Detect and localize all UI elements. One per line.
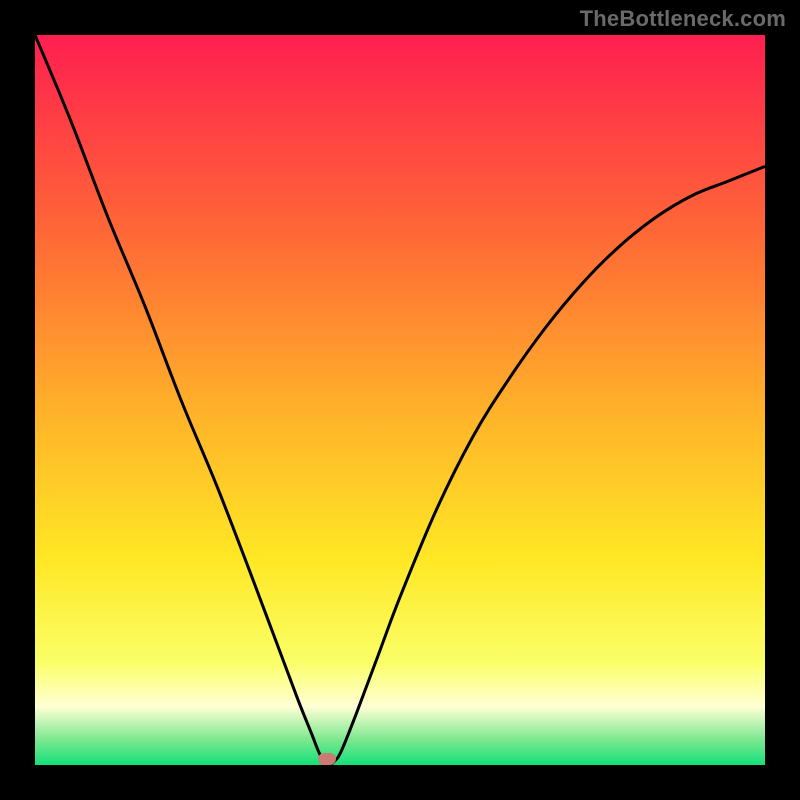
watermark-text: TheBottleneck.com	[580, 6, 786, 32]
chart-frame: TheBottleneck.com	[0, 0, 800, 800]
bottleneck-curve	[35, 35, 765, 765]
minimum-marker	[318, 753, 336, 765]
plot-area	[35, 35, 765, 765]
